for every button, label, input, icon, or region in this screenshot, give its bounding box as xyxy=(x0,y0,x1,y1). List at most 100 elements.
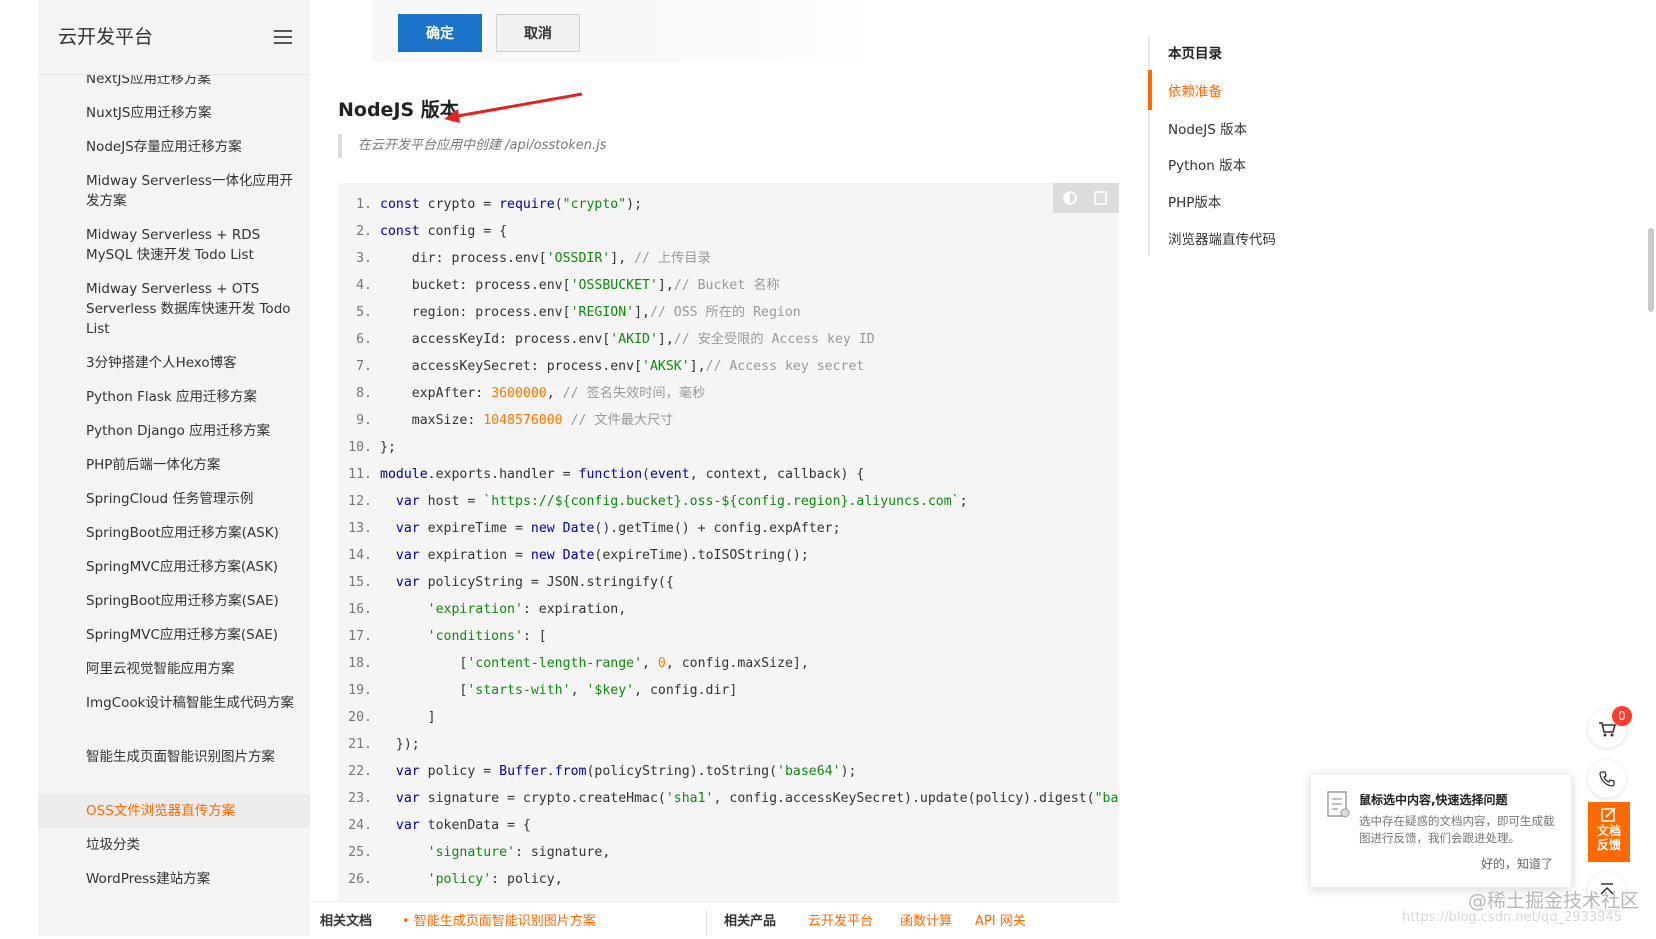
code-token: 'REGION' xyxy=(570,305,635,320)
line-number: 22. xyxy=(348,764,372,779)
related-products-label: 相关产品 xyxy=(724,914,777,929)
code-line: 15. var policyString = JSON.stringify({ xyxy=(338,569,1119,596)
sidebar-item[interactable]: SpringBoot应用迁移方案(SAE) xyxy=(38,584,310,618)
code-token: crypto = xyxy=(419,197,500,212)
product-link-api-gateway[interactable]: API 网关 xyxy=(975,904,1026,939)
cancel-button[interactable]: 取消 xyxy=(496,14,580,52)
code-token: : [ xyxy=(522,629,547,644)
code-token: host = xyxy=(419,494,484,509)
cart-count-badge: 0 xyxy=(1612,706,1632,726)
contact-phone-button[interactable] xyxy=(1588,760,1626,798)
code-token: event xyxy=(649,467,690,482)
code-token: var xyxy=(395,791,420,806)
sidebar-item[interactable]: SpringCloud 任务管理示例 xyxy=(38,482,310,516)
code-line: 6. accessKeyId: process.env['AKID'],// 安… xyxy=(338,326,1119,353)
toc-item-deps[interactable]: 依赖准备 xyxy=(1168,80,1222,100)
sidebar-item[interactable]: Midway Serverless + OTS Serverless 数据库快速… xyxy=(38,272,310,346)
line-number: 20. xyxy=(348,710,372,725)
code-token: Date xyxy=(562,521,595,536)
code-token: ); xyxy=(840,764,857,779)
code-line: 2. const config = { xyxy=(338,218,1119,245)
line-number: 12. xyxy=(348,494,372,509)
code-token: var xyxy=(395,764,420,779)
code-token: function xyxy=(578,467,643,482)
line-number: 26. xyxy=(348,872,372,887)
tip-dismiss-link[interactable]: 好的，知道了 xyxy=(1481,855,1553,872)
code-token: 'starts-with' xyxy=(467,683,571,698)
code-block[interactable]: 1. const crypto = require("crypto"); 2. con… xyxy=(338,183,1119,901)
related-doc-link[interactable]: • 智能生成页面智能识别图片方案 xyxy=(402,904,596,939)
sidebar-item[interactable]: SpringBoot应用迁移方案(ASK) xyxy=(38,516,310,550)
code-token: new xyxy=(530,548,555,563)
code-token: 0 xyxy=(657,656,666,671)
toc-item-nodejs[interactable]: NodeJS 版本 xyxy=(1168,118,1247,138)
code-token: // 文件最大尺寸 xyxy=(570,413,674,428)
sidebar-item[interactable]: 垃圾分类 xyxy=(38,828,310,862)
toggle-line-numbers-icon[interactable] xyxy=(1061,190,1077,206)
related-docs-label: 相关文档 xyxy=(320,914,373,929)
doc-feedback-label: 文档反馈 xyxy=(1596,824,1621,852)
doc-feedback-button[interactable]: 文档反馈 xyxy=(1588,802,1630,862)
sidebar-item[interactable]: Midway Serverless一体化应用开发方案 xyxy=(38,164,310,218)
sidebar-item[interactable]: 智能生成页面智能识别图片方案 xyxy=(38,740,310,794)
code-token: // 签名失效时间，毫秒 xyxy=(562,386,706,401)
sidebar-item[interactable]: OSS文件浏览器直传方案 xyxy=(38,794,310,828)
code-token: [ xyxy=(380,683,468,698)
selection-tip-card: 鼠标选中内容,快速选择问题 选中存在疑惑的文档内容，即可生成截图进行反馈，我们会… xyxy=(1310,774,1572,888)
product-link-cloud-dev[interactable]: 云开发平台 xyxy=(808,904,873,939)
code-token: [ xyxy=(380,656,468,671)
code-token: new xyxy=(530,521,555,536)
code-line: 24. var tokenData = { xyxy=(338,812,1119,839)
sidebar-item[interactable]: SpringMVC应用迁移方案(ASK) xyxy=(38,550,310,584)
code-line: 19. ['starts-with', '$key', config.dir] xyxy=(338,677,1119,704)
toc-item-browser[interactable]: 浏览器端直传代码 xyxy=(1168,228,1276,248)
code-token: ], xyxy=(610,251,635,266)
code-line: 11. module.exports.handler = function(eve… xyxy=(338,461,1119,488)
code-token: ], xyxy=(657,278,674,293)
code-token: 'sha1' xyxy=(665,791,714,806)
code-token: config = { xyxy=(419,224,508,239)
code-lines: 1. const crypto = require("crypto"); 2. con… xyxy=(338,191,1119,893)
sidebar-item[interactable]: 阿里云视觉智能应用方案 xyxy=(38,652,310,686)
sidebar-item[interactable]: Python Flask 应用迁移方案 xyxy=(38,380,310,414)
sidebar-item[interactable]: NodeJS存量应用迁移方案 xyxy=(38,130,310,164)
code-token: // OSS 所在的 Region xyxy=(649,305,801,320)
confirm-button[interactable]: 确定 xyxy=(398,14,482,52)
sidebar-item[interactable]: Midway Serverless + RDS MySQL 快速开发 Todo … xyxy=(38,218,310,272)
code-line: 25. 'signature': signature, xyxy=(338,839,1119,866)
sidebar-nav-list: NextJS应用迁移方案 NuxtJS应用迁移方案 NodeJS存量应用迁移方案 Mi… xyxy=(38,62,310,896)
line-number: 5. xyxy=(356,305,372,320)
line-number: 24. xyxy=(348,818,372,833)
copy-code-icon[interactable] xyxy=(1093,190,1109,206)
toc-item-php[interactable]: PHP版本 xyxy=(1168,191,1221,211)
sidebar-item[interactable]: 3分钟搭建个人Hexo博客 xyxy=(38,346,310,380)
line-number: 23. xyxy=(348,791,372,806)
code-token: module xyxy=(380,467,428,482)
line-number: 2. xyxy=(356,224,372,239)
sidebar-item[interactable]: NuxtJS应用迁移方案 xyxy=(38,96,310,130)
code-token: 'expiration' xyxy=(427,602,523,617)
sidebar-item[interactable]: SpringMVC应用迁移方案(SAE) xyxy=(38,618,310,652)
line-number: 15. xyxy=(348,575,372,590)
sidebar-item[interactable]: WordPress建站方案 xyxy=(38,862,310,896)
code-line: 7. accessKeySecret: process.env['AKSK'],… xyxy=(338,353,1119,380)
sidebar-item[interactable]: Python Django 应用迁移方案 xyxy=(38,414,310,448)
code-token: , config.maxSize], xyxy=(665,656,809,671)
product-link-fc[interactable]: 函数计算 xyxy=(900,904,952,939)
toc-item-python[interactable]: Python 版本 xyxy=(1168,154,1246,174)
edit-icon xyxy=(1601,808,1616,822)
code-token: // 上传目录 xyxy=(634,251,711,266)
code-token: accessKeyId: process.env[ xyxy=(380,332,611,347)
sidebar-item[interactable]: ImgCook设计稿智能生成代码方案 xyxy=(38,686,310,740)
page-scrollbar[interactable] xyxy=(1648,228,1654,312)
hamburger-menu-icon[interactable] xyxy=(274,30,292,44)
tip-body: 选中存在疑惑的文档内容，即可生成截图进行反馈，我们会跟进处理。 xyxy=(1359,814,1555,845)
line-number: 9. xyxy=(356,413,372,428)
code-token: const xyxy=(380,197,420,212)
sidebar-item[interactable]: PHP前后端一体化方案 xyxy=(38,448,310,482)
